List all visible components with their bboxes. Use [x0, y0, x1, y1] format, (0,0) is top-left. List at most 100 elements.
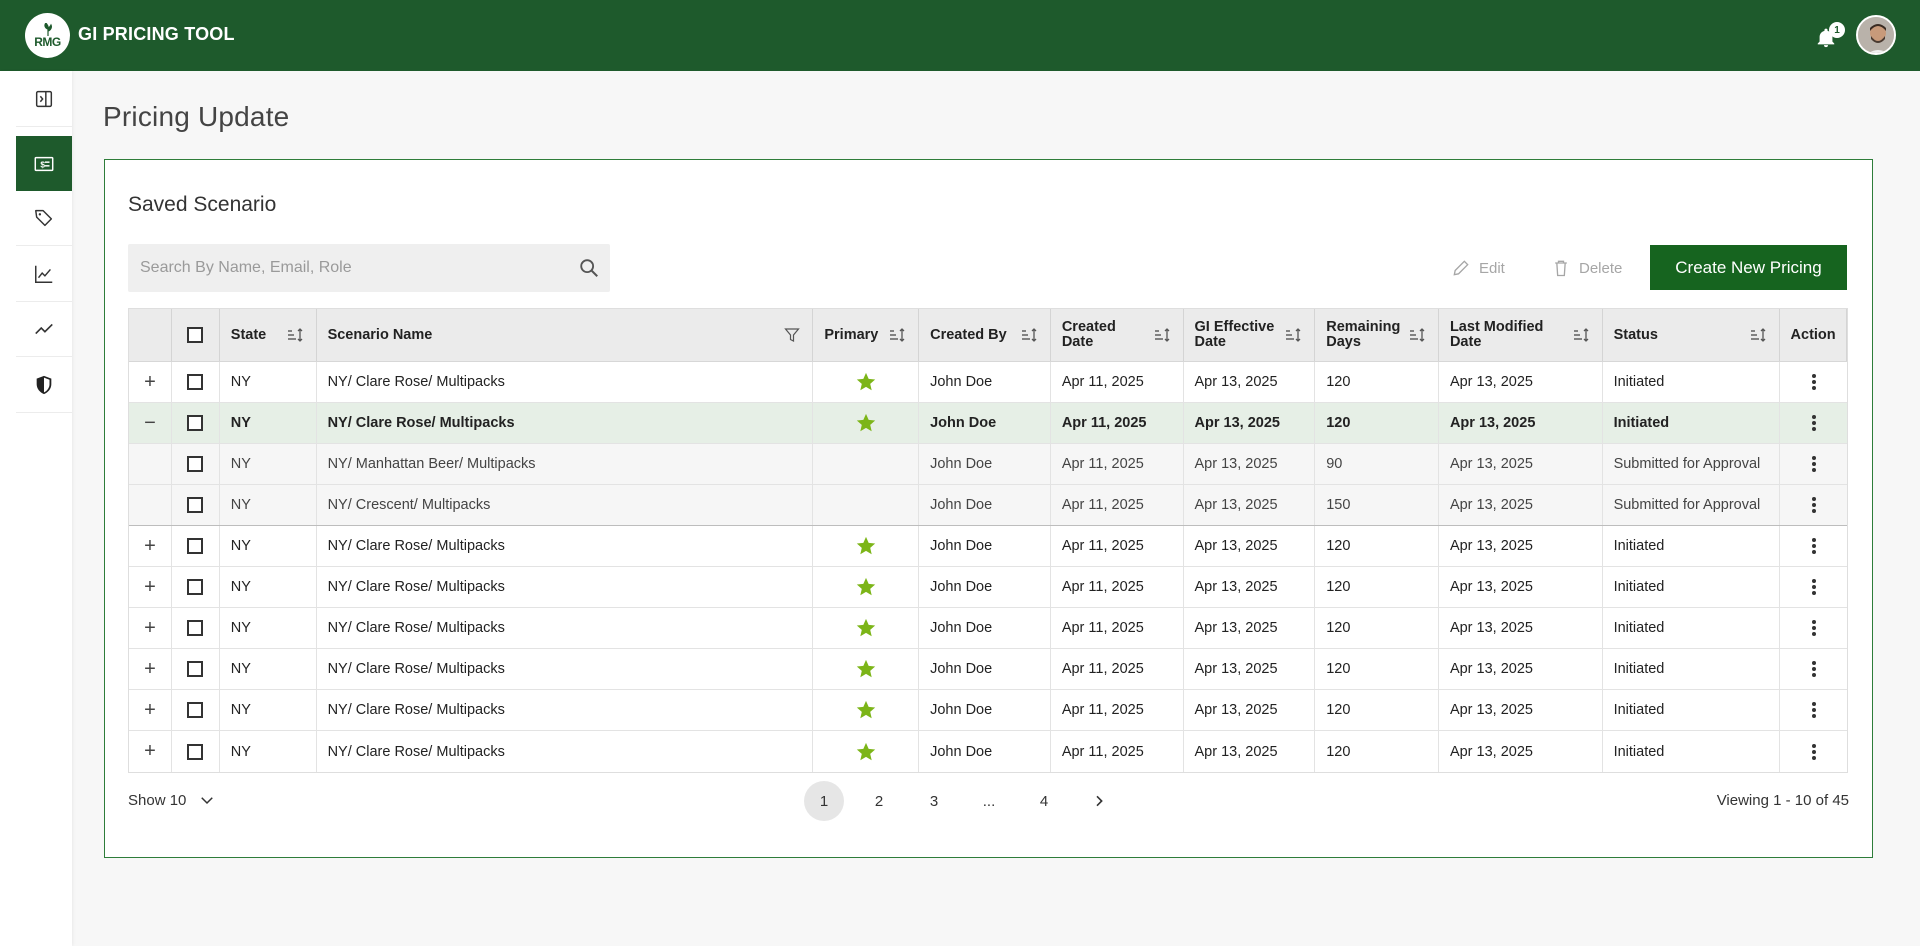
- page-3[interactable]: 3: [914, 781, 954, 821]
- row-checkbox[interactable]: [187, 456, 204, 472]
- sort-icon[interactable]: [1153, 327, 1173, 343]
- expand-toggle[interactable]: +: [129, 362, 172, 402]
- search-input[interactable]: [128, 244, 568, 292]
- row-checkbox[interactable]: [187, 497, 204, 513]
- edit-button[interactable]: Edit: [1451, 255, 1505, 281]
- sidebar-toggle[interactable]: [16, 72, 72, 127]
- row-checkbox[interactable]: [187, 579, 204, 595]
- sort-icon[interactable]: [286, 327, 306, 343]
- scenario-name-cell[interactable]: NY/ Clare Rose/ Multipacks: [317, 403, 814, 443]
- header-status[interactable]: Status: [1603, 309, 1781, 361]
- more-options-icon[interactable]: [1811, 702, 1816, 718]
- header-last-modified-date[interactable]: Last Modified Date: [1439, 309, 1603, 361]
- table-row[interactable]: + NY NY/ Clare Rose/ Multipacks John Doe Apr…: [129, 690, 1847, 731]
- primary-cell: [813, 567, 920, 607]
- sidebar-item-security[interactable]: [16, 358, 72, 413]
- select-all-checkbox[interactable]: [187, 327, 204, 343]
- table-row[interactable]: + NY NY/ Clare Rose/ Multipacks John Doe Apr…: [129, 608, 1847, 649]
- select-cell: [172, 403, 220, 443]
- user-avatar[interactable]: [1856, 15, 1896, 55]
- more-options-icon[interactable]: [1811, 456, 1816, 472]
- more-options-icon[interactable]: [1811, 661, 1816, 677]
- row-actions-cell: [1780, 731, 1847, 772]
- header-remaining-days-label: Remaining Days: [1326, 319, 1401, 350]
- state-cell: NY: [220, 526, 317, 566]
- scenario-name-cell[interactable]: NY/ Clare Rose/ Multipacks: [317, 731, 814, 772]
- scenario-name-cell[interactable]: NY/ Clare Rose/ Multipacks: [317, 690, 814, 730]
- top-bar: RMG GI PRICING TOOL 1: [0, 0, 1920, 71]
- primary-star-icon: [856, 413, 875, 432]
- row-checkbox[interactable]: [187, 374, 204, 390]
- table-row[interactable]: + NY NY/ Clare Rose/ Multipacks John Doe Apr…: [129, 526, 1847, 567]
- sidebar-item-pricing[interactable]: $: [16, 136, 72, 191]
- more-options-icon[interactable]: [1811, 743, 1816, 760]
- sort-icon[interactable]: [1020, 327, 1040, 343]
- select-cell: [172, 731, 220, 772]
- state-cell: NY: [220, 362, 317, 402]
- filter-icon[interactable]: [784, 327, 801, 343]
- header-scenario-name[interactable]: Scenario Name: [317, 309, 814, 361]
- scenario-name-cell[interactable]: NY/ Clare Rose/ Multipacks: [317, 608, 814, 648]
- more-options-icon[interactable]: [1811, 579, 1816, 595]
- scenario-name-cell[interactable]: NY/ Manhattan Beer/ Multipacks: [317, 444, 814, 484]
- scenario-name-cell[interactable]: NY/ Crescent/ Multipacks: [317, 485, 814, 525]
- sidebar-item-analytics[interactable]: [16, 247, 72, 302]
- expand-toggle[interactable]: +: [129, 526, 172, 566]
- primary-cell: [813, 649, 920, 689]
- table-row[interactable]: + NY NY/ Clare Rose/ Multipacks John Doe Apr…: [129, 567, 1847, 608]
- expand-toggle[interactable]: +: [129, 649, 172, 689]
- scenario-name-cell[interactable]: NY/ Clare Rose/ Multipacks: [317, 362, 814, 402]
- search-icon[interactable]: [578, 257, 600, 279]
- sidebar-item-trends[interactable]: [16, 302, 72, 357]
- more-options-icon[interactable]: [1811, 374, 1816, 390]
- row-checkbox[interactable]: [187, 661, 204, 677]
- table-row[interactable]: + NY NY/ Clare Rose/ Multipacks John Doe Apr…: [129, 731, 1847, 772]
- delete-button[interactable]: Delete: [1551, 255, 1622, 281]
- header-state[interactable]: State: [220, 309, 317, 361]
- sidebar-item-tags[interactable]: [16, 191, 72, 246]
- scenario-name-cell[interactable]: NY/ Clare Rose/ Multipacks: [317, 567, 814, 607]
- sort-icon[interactable]: [1572, 327, 1592, 343]
- child-row[interactable]: NY NY/ Manhattan Beer/ Multipacks John Doe…: [129, 444, 1847, 485]
- more-options-icon[interactable]: [1811, 620, 1816, 636]
- page-1[interactable]: 1: [804, 781, 844, 821]
- table-row[interactable]: + NY NY/ Clare Rose/ Multipacks John Doe Apr…: [129, 649, 1847, 690]
- expand-toggle[interactable]: +: [129, 690, 172, 730]
- rmg-logo[interactable]: RMG: [25, 13, 70, 58]
- create-new-pricing-button[interactable]: Create New Pricing: [1650, 245, 1847, 290]
- expand-toggle[interactable]: +: [129, 608, 172, 648]
- expand-toggle[interactable]: +: [129, 731, 172, 772]
- row-actions-cell: [1780, 649, 1847, 689]
- header-primary[interactable]: Primary: [813, 309, 920, 361]
- table-row[interactable]: + NY NY/ Clare Rose/ Multipacks John Doe Apr…: [129, 362, 1847, 403]
- collapse-toggle[interactable]: −: [129, 403, 172, 443]
- sort-icon[interactable]: [1749, 327, 1769, 343]
- header-gi-effective-date[interactable]: GI Effective Date: [1184, 309, 1316, 361]
- row-checkbox[interactable]: [187, 415, 204, 431]
- page-4[interactable]: 4: [1024, 781, 1064, 821]
- sort-icon[interactable]: [888, 327, 908, 343]
- header-created-by[interactable]: Created By: [919, 309, 1051, 361]
- next-page-button[interactable]: [1079, 781, 1119, 821]
- remaining-days-cell: 120: [1315, 731, 1439, 772]
- row-checkbox[interactable]: [187, 702, 204, 718]
- row-checkbox[interactable]: [187, 538, 204, 554]
- header-created-date[interactable]: Created Date: [1051, 309, 1184, 361]
- primary-star-icon: [856, 372, 875, 391]
- row-checkbox[interactable]: [187, 743, 204, 760]
- scenario-name-cell[interactable]: NY/ Clare Rose/ Multipacks: [317, 649, 814, 689]
- more-options-icon[interactable]: [1811, 415, 1816, 431]
- sort-icon[interactable]: [1408, 327, 1428, 343]
- expanded-row[interactable]: − NY NY/ Clare Rose/ Multipacks John Doe Apr…: [129, 403, 1847, 444]
- header-remaining-days[interactable]: Remaining Days: [1315, 309, 1439, 361]
- page-size-select[interactable]: Show 10: [128, 791, 216, 809]
- expand-toggle[interactable]: +: [129, 567, 172, 607]
- row-checkbox[interactable]: [187, 620, 204, 636]
- child-row[interactable]: NY NY/ Crescent/ Multipacks John Doe Apr 11…: [129, 485, 1847, 526]
- more-options-icon[interactable]: [1811, 497, 1816, 513]
- sort-icon[interactable]: [1284, 327, 1304, 343]
- more-options-icon[interactable]: [1811, 538, 1816, 554]
- page-2[interactable]: 2: [859, 781, 899, 821]
- status-cell: Initiated: [1603, 362, 1781, 402]
- scenario-name-cell[interactable]: NY/ Clare Rose/ Multipacks: [317, 526, 814, 566]
